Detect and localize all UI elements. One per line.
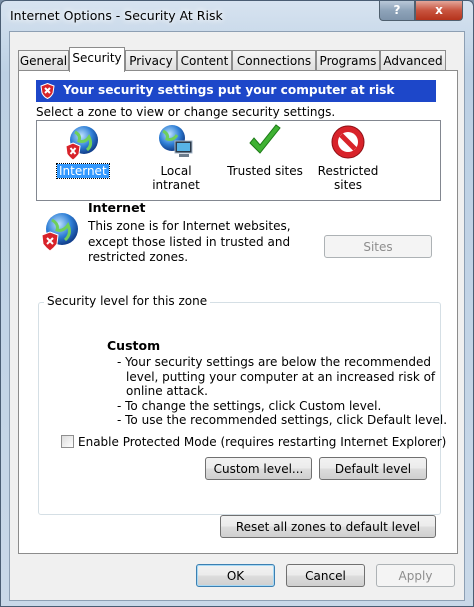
custom-level-button[interactable]: Custom level... [205,457,312,480]
zone-info-description: This zone is for Internet websites, exce… [88,219,291,264]
no-entry-icon [331,125,365,159]
ok-button[interactable]: OK [196,564,275,587]
globe-warning-icon [65,126,98,161]
dialog-body: General Security Privacy Content Connect… [9,31,465,601]
tab-advanced[interactable]: Advanced [380,50,446,71]
zone-prompt: Select a zone to view or change security… [36,105,336,119]
cancel-button[interactable]: Cancel [286,564,365,587]
security-level-line: - To use the recommended settings, click… [117,413,448,427]
globe-computer-icon [159,125,193,157]
tab-security[interactable]: Security [69,47,125,72]
zone-trusted-sites-label: Trusted sites [227,164,303,178]
tab-content[interactable]: Content [177,50,232,71]
window-title: Internet Options - Security At Risk [10,8,223,23]
apply-button[interactable]: Apply [376,564,455,587]
security-level-legend: Security level for this zone [44,294,211,308]
reset-all-zones-button[interactable]: Reset all zones to default level [220,515,436,538]
security-level-name: Custom [107,338,161,353]
security-level-line: - To change the settings, click Custom l… [117,398,382,413]
zone-restricted-label-line1: Restricted [317,164,379,178]
sites-button[interactable]: Sites [324,235,432,258]
tab-programs[interactable]: Programs [316,50,380,71]
tab-general[interactable]: General [18,50,69,71]
security-warning-text: Your security settings put your computer… [63,83,395,97]
zone-internet-label: Internet [56,163,110,179]
protected-mode-label: Enable Protected Mode (requires restarti… [78,435,447,449]
security-level-line: - Your security settings are below the r… [117,355,431,369]
security-tab-panel: Your security settings put your computer… [18,70,458,554]
security-level-line: online attack. [126,384,208,398]
zone-trusted-sites[interactable]: Trusted sites [223,123,307,178]
internet-zone-icon [41,213,78,252]
security-level-line: level, putting your computer at an incre… [126,369,436,384]
tab-privacy[interactable]: Privacy [125,50,177,71]
help-button[interactable]: ? [379,1,415,21]
zone-local-intranet-label: Local intranet [152,164,200,192]
internet-options-window: Internet Options - Security At Risk ? x … [0,0,474,607]
security-level-group: Security level for this zone Custom - Yo… [38,294,448,515]
zone-list: Internet Local intranet Trusted sites Re… [36,120,441,201]
security-level-description: - Your security settings are below the r… [117,355,448,428]
zone-restricted-label-line2: sites [334,178,362,192]
protected-mode-row[interactable]: Enable Protected Mode (requires restarti… [61,435,446,449]
title-bar[interactable]: Internet Options - Security At Risk ? x [1,1,473,31]
checkmark-icon [249,124,281,154]
security-warning-bar: Your security settings put your computer… [36,80,436,102]
protected-mode-checkbox[interactable] [61,435,74,448]
zone-restricted-sites-label: Restricted sites [316,164,381,192]
zone-info-title: Internet [88,200,146,215]
zone-internet[interactable]: Internet [56,123,110,179]
zone-restricted-sites[interactable]: Restricted sites [311,123,385,192]
default-level-button[interactable]: Default level [319,457,427,480]
zone-local-intranet[interactable]: Local intranet [134,123,218,192]
tab-connections[interactable]: Connections [232,50,316,71]
shield-warning-icon [40,83,55,99]
close-button[interactable]: x [415,1,463,21]
